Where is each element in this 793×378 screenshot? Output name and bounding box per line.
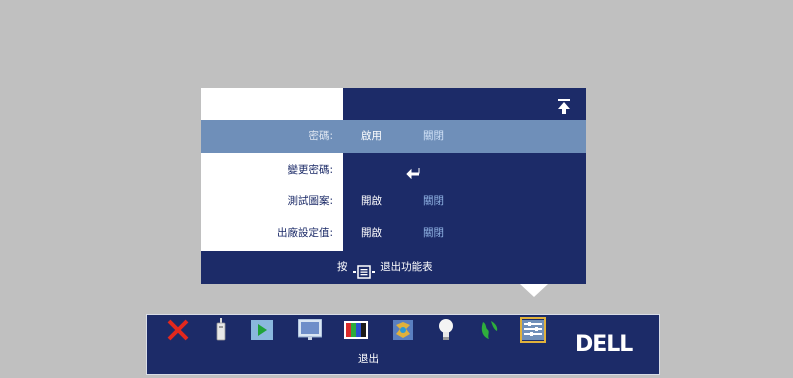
toolbar-display-button[interactable] (297, 317, 323, 343)
row-label: 變更密碼: (287, 164, 333, 176)
globe-language-icon (477, 318, 501, 342)
dell-logo: DELL (575, 332, 633, 357)
management-icon (522, 320, 544, 340)
menu-row-factory-reset[interactable]: 出廠設定值: 開啟 關閉 (201, 217, 586, 250)
toolbar-color-button[interactable] (343, 317, 369, 343)
menu-footer: 按 退出功能表 (201, 251, 586, 284)
menu-pointer-arrow (520, 284, 548, 297)
footer-hint: 按 退出功能表 (337, 251, 433, 284)
scroll-top-icon[interactable] (558, 99, 570, 115)
toolbar-hover-label: 退出 (358, 353, 379, 365)
row-label: 測試圖案: (287, 195, 333, 207)
lamp-icon (438, 318, 454, 342)
option-off[interactable]: 關閉 (423, 217, 444, 250)
play-icon (251, 320, 273, 340)
menu-row-password[interactable]: 密碼: 啟用 關閉 (201, 120, 586, 153)
menu-button-icon (352, 260, 375, 279)
menu-row-test-pattern[interactable]: 測試圖案: 開啟 關閉 (201, 185, 586, 218)
toolbar-input-button[interactable] (208, 317, 234, 343)
option-disable[interactable]: 關閉 (423, 120, 444, 153)
toolbar-exit-button[interactable] (165, 317, 191, 343)
toolbar-image-button[interactable] (390, 317, 416, 343)
image-settings-icon (392, 319, 414, 341)
toolbar-language-button[interactable] (476, 317, 502, 343)
enter-icon[interactable] (406, 164, 420, 180)
osd-toolbar: 退出 DELL (146, 314, 660, 375)
management-menu: 密碼: 啟用 關閉 變更密碼: 測試圖案: 開啟 關閉 出廠設定值: 開啟 關閉… (201, 88, 586, 284)
option-on[interactable]: 開啟 (361, 185, 382, 218)
footer-prefix: 按 (337, 261, 348, 273)
close-x-icon (166, 318, 190, 342)
option-off[interactable]: 關閉 (423, 185, 444, 218)
color-bars-icon (344, 319, 368, 341)
row-label: 密碼: (308, 130, 333, 142)
display-screen-icon (298, 319, 322, 341)
toolbar-autoadjust-button[interactable] (249, 317, 275, 343)
option-enable[interactable]: 啟用 (361, 120, 382, 153)
toolbar-management-button[interactable] (520, 317, 546, 343)
input-source-icon (215, 318, 227, 342)
row-label: 出廠設定值: (276, 227, 333, 239)
toolbar-lamp-button[interactable] (433, 317, 459, 343)
menu-row-change-password[interactable]: 變更密碼: (201, 154, 586, 187)
footer-suffix: 退出功能表 (380, 261, 433, 273)
option-on[interactable]: 開啟 (361, 217, 382, 250)
